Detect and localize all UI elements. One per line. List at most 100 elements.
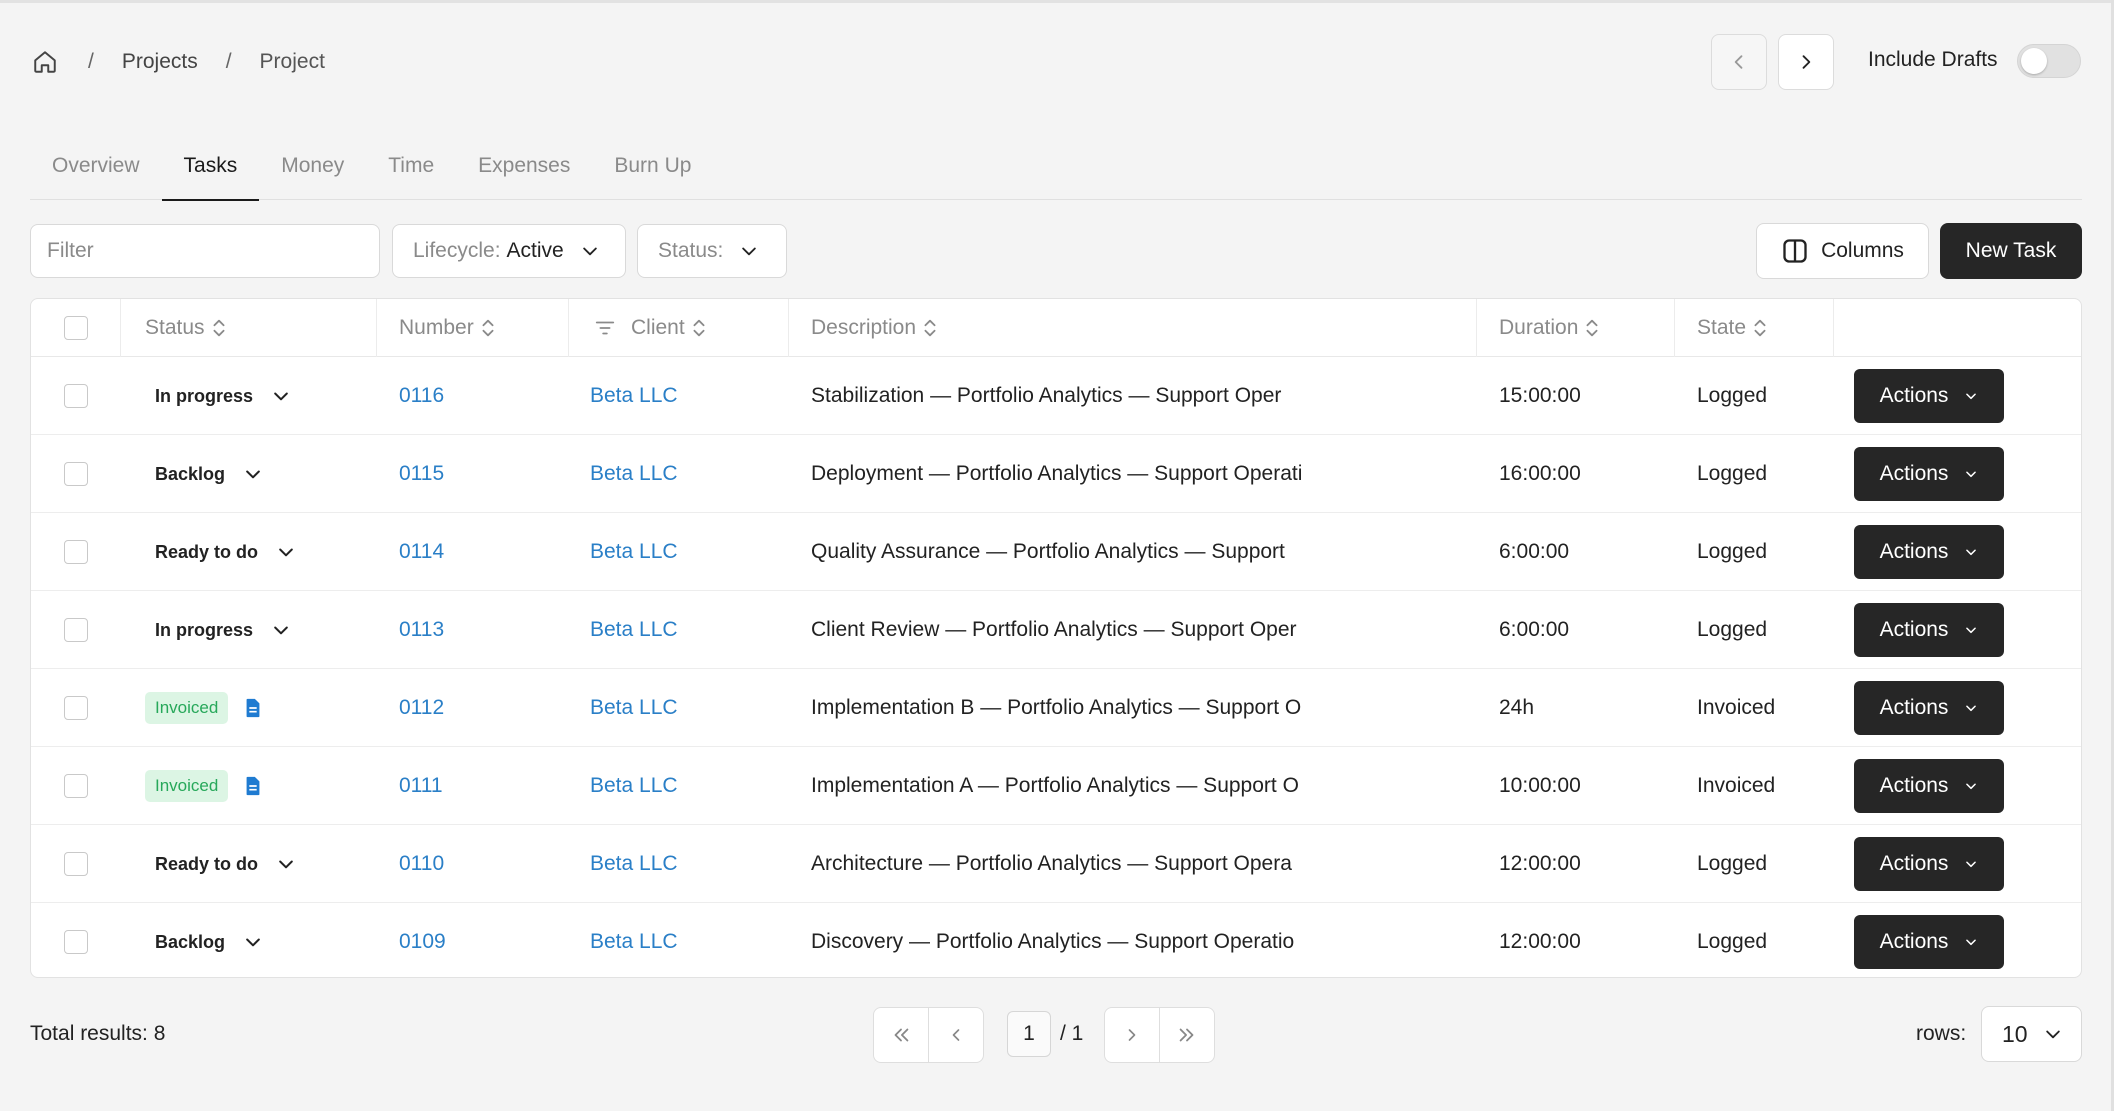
client-cell: Beta LLC [590, 669, 678, 747]
row-checkbox[interactable] [64, 540, 88, 564]
actions-button[interactable]: Actions [1854, 681, 2004, 735]
breadcrumb-projects[interactable]: Projects [122, 50, 198, 74]
previous-button[interactable] [1711, 34, 1767, 90]
sort-icon [1586, 319, 1598, 337]
header-client[interactable]: Client [569, 299, 789, 357]
previous-page-button[interactable] [928, 1007, 984, 1063]
actions-button[interactable]: Actions [1854, 759, 2004, 813]
header-number[interactable]: Number [377, 299, 569, 357]
actions-button[interactable]: Actions [1854, 603, 2004, 657]
number-cell: 0112 [399, 669, 444, 747]
actions-button[interactable]: Actions [1854, 915, 2004, 969]
duration-cell: 16:00:00 [1499, 462, 1581, 485]
header-description[interactable]: Description [789, 299, 1477, 357]
row-checkbox[interactable] [64, 852, 88, 876]
status-cell: In progress [145, 357, 291, 435]
state-cell: Invoiced [1697, 774, 1776, 797]
header-duration[interactable]: Duration [1477, 299, 1675, 357]
task-number-link[interactable]: 0116 [399, 384, 444, 408]
status-select[interactable]: Ready to do [155, 854, 296, 875]
page-input[interactable]: 1 [1007, 1011, 1051, 1057]
client-link[interactable]: Beta LLC [590, 774, 678, 798]
filter-lines-icon[interactable] [593, 317, 617, 339]
task-number-link[interactable]: 0110 [399, 852, 444, 876]
row-checkbox[interactable] [64, 774, 88, 798]
next-page-button[interactable] [1104, 1007, 1160, 1063]
table-row: In progress 0116 Beta LLC Stabilization — P… [31, 357, 2081, 435]
lifecycle-dropdown[interactable]: Lifecycle: Active [392, 224, 626, 278]
client-cell: Beta LLC [590, 747, 678, 825]
table-row: Ready to do 0114 Beta LLC Quality Assurance… [31, 513, 2081, 591]
status-text: Backlog [155, 463, 226, 484]
chevron-down-icon [739, 241, 759, 261]
chevron-down-icon [243, 932, 263, 952]
document-icon[interactable] [242, 697, 264, 719]
row-checkbox[interactable] [64, 696, 88, 720]
task-number-link[interactable]: 0111 [399, 774, 443, 798]
select-all-checkbox[interactable] [63, 316, 88, 340]
tab-burn-up[interactable]: Burn Up [592, 140, 713, 200]
status-cell: Backlog [145, 903, 263, 977]
status-select[interactable]: Backlog [155, 464, 263, 485]
header-status[interactable]: Status [121, 299, 377, 357]
status-select[interactable]: Backlog [155, 932, 263, 953]
columns-icon [1783, 239, 1807, 263]
first-page-button[interactable] [873, 1007, 929, 1063]
row-checkbox[interactable] [64, 618, 88, 642]
actions-button[interactable]: Actions [1854, 369, 2004, 423]
rows-per-page-select[interactable]: 10 [1981, 1006, 2082, 1062]
table-row: Ready to do 0110 Beta LLC Architecture — Po… [31, 825, 2081, 903]
row-select-cell [31, 825, 121, 903]
columns-button[interactable]: Columns [1756, 223, 1929, 279]
row-checkbox[interactable] [64, 462, 88, 486]
chevron-down-icon [1964, 545, 1978, 559]
task-number-link[interactable]: 0112 [399, 696, 444, 720]
state-cell: Logged [1697, 930, 1768, 953]
task-number-link[interactable]: 0109 [399, 930, 446, 954]
status-dropdown[interactable]: Status: [637, 224, 787, 278]
state-cell: Invoiced [1697, 696, 1776, 719]
chevron-down-icon [243, 464, 263, 484]
client-link[interactable]: Beta LLC [590, 462, 678, 486]
new-task-button[interactable]: New Task [1940, 223, 2082, 279]
header-client-label: Client [631, 316, 685, 339]
total-results: Total results: 8 [30, 1022, 166, 1045]
client-link[interactable]: Beta LLC [590, 696, 678, 720]
tab-overview[interactable]: Overview [30, 140, 162, 200]
tab-expenses[interactable]: Expenses [456, 140, 592, 200]
status-select[interactable]: In progress [155, 386, 291, 407]
document-icon[interactable] [242, 775, 264, 797]
top-border [0, 0, 2114, 3]
actions-button[interactable]: Actions [1854, 837, 2004, 891]
row-select-cell [31, 669, 121, 747]
actions-button[interactable]: Actions [1854, 447, 2004, 501]
include-drafts-toggle[interactable] [2017, 44, 2081, 78]
status-cell: Ready to do [145, 513, 296, 591]
row-select-cell [31, 513, 121, 591]
tab-money[interactable]: Money [259, 140, 366, 200]
client-link[interactable]: Beta LLC [590, 540, 678, 564]
home-icon[interactable] [30, 47, 60, 77]
client-link[interactable]: Beta LLC [590, 618, 678, 642]
task-number-link[interactable]: 0114 [399, 540, 444, 564]
double-chevron-left-icon [894, 1028, 909, 1042]
chevron-down-icon [271, 386, 291, 406]
actions-button[interactable]: Actions [1854, 525, 2004, 579]
row-checkbox[interactable] [64, 930, 88, 954]
tab-tasks[interactable]: Tasks [161, 140, 260, 201]
status-select[interactable]: In progress [155, 620, 291, 641]
client-link[interactable]: Beta LLC [590, 852, 678, 876]
last-page-button[interactable] [1159, 1007, 1215, 1063]
client-cell: Beta LLC [590, 591, 678, 669]
status-select[interactable]: Ready to do [155, 542, 296, 563]
tab-time[interactable]: Time [366, 140, 456, 200]
client-link[interactable]: Beta LLC [590, 384, 678, 408]
task-number-link[interactable]: 0115 [399, 462, 444, 486]
row-checkbox[interactable] [64, 384, 88, 408]
task-number-link[interactable]: 0113 [399, 618, 444, 642]
client-cell: Beta LLC [590, 357, 678, 435]
next-button[interactable] [1778, 34, 1834, 90]
client-link[interactable]: Beta LLC [590, 930, 678, 954]
header-state[interactable]: State [1675, 299, 1834, 357]
filter-input[interactable] [30, 224, 380, 278]
